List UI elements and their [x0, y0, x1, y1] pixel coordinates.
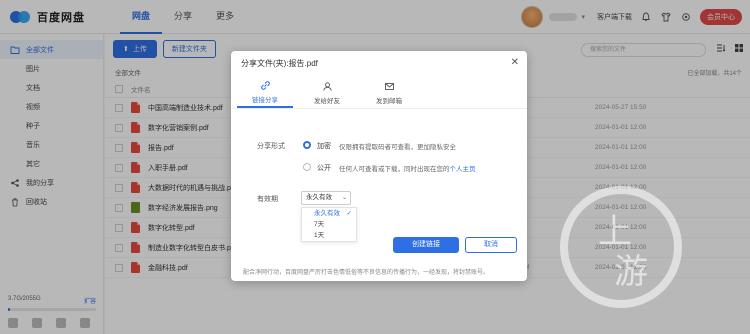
tab-label: 发给好友 [314, 97, 340, 105]
tab-link-share[interactable]: 链接分享 [237, 77, 293, 108]
option-public-label[interactable]: 公开 [317, 163, 331, 173]
radio-private[interactable] [303, 141, 311, 149]
validity-dropdown: 永久有效 ✓ 7天 1天 [301, 207, 357, 242]
share-dialog: 分享文件(夹):报告.pdf ✕ 链接分享 发给好友 发到邮箱 分享形式 加密 … [231, 51, 527, 281]
mail-icon [384, 81, 395, 92]
chevron-down-icon: ⌄ [341, 195, 347, 201]
dialog-title: 分享文件(夹):报告.pdf [241, 59, 318, 68]
option-public-desc-text: 任何人可查看或下载，同时出现在您的 [339, 166, 450, 173]
link-icon [260, 80, 271, 91]
validity-value: 永久有效 [306, 194, 332, 201]
share-tabs: 链接分享 发给好友 发到邮箱 [231, 77, 527, 109]
close-icon[interactable]: ✕ [511, 57, 519, 68]
option-private-label[interactable]: 加密 [317, 141, 331, 151]
validity-option-permanent[interactable]: 永久有效 ✓ [302, 208, 356, 219]
watermark-char-2: 游 [614, 252, 648, 292]
tab-send-friend[interactable]: 发给好友 [299, 77, 355, 108]
validity-label: 有效期 [257, 196, 278, 203]
validity-option-7days[interactable]: 7天 [302, 219, 356, 230]
validity-select[interactable]: 永久有效 ⌄ [301, 191, 351, 205]
check-icon: ✓ [346, 210, 352, 217]
option-public-desc: 任何人可查看或下载，同时出现在您的个人主页 [339, 163, 476, 173]
tab-label: 链接分享 [252, 96, 278, 104]
option-private-desc: 仅限拥有提取码者可查看，更加隐私安全 [339, 144, 456, 151]
validity-option-1day[interactable]: 1天 [302, 230, 356, 241]
tab-label: 发到邮箱 [376, 97, 402, 105]
share-form-label: 分享形式 [257, 143, 285, 150]
tab-send-email[interactable]: 发到邮箱 [361, 77, 417, 108]
friend-icon [322, 81, 333, 92]
personal-homepage-link[interactable]: 个人主页 [450, 166, 476, 173]
create-link-button[interactable]: 创建链接 [393, 237, 459, 253]
dialog-notice: 配合净网行动，百度网盘严厉打击色情低俗等不良信息的传播行为，一经发现，将封禁账号… [243, 270, 490, 276]
cancel-button[interactable]: 取消 [465, 237, 517, 253]
option-label: 永久有效 [314, 210, 340, 217]
radio-public[interactable] [303, 163, 311, 171]
